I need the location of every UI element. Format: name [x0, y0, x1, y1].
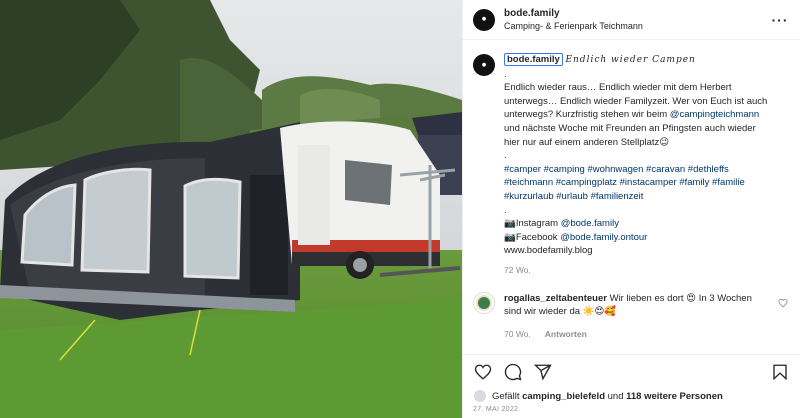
- caption-title: Endlich wieder Campen: [565, 55, 696, 65]
- caption-line: unterwegs? Kurzfristig stehen wir beim: [504, 109, 668, 121]
- caption-line: und nächste Woche mit Freunden an Pfings…: [504, 122, 756, 134]
- instagram-label: 📷Instagram: [504, 218, 559, 230]
- bode-family-logo-icon: ●: [481, 16, 487, 22]
- caption-line: Endlich wieder raus… Endlich wieder mit …: [504, 82, 732, 94]
- first-liker-link[interactable]: camping_bielefeld: [522, 391, 605, 402]
- post-date[interactable]: 27. MAI 2022: [463, 404, 800, 418]
- liker-avatar[interactable]: [473, 389, 487, 403]
- comment-username[interactable]: rogallas_zeltabenteuer: [504, 293, 607, 304]
- caption-dot: .: [504, 68, 507, 80]
- reply-button[interactable]: Antworten: [545, 328, 587, 342]
- comment: rogallas_zeltabenteuer Wir lieben es dor…: [473, 291, 788, 342]
- caption-body: bode.family Endlich wieder Campen . Endl…: [504, 53, 788, 278]
- caption: ● bode.family Endlich wieder Campen . En…: [473, 53, 788, 278]
- bookmark-icon[interactable]: [770, 362, 790, 382]
- header-text: bode.family Camping- & Ferienpark Teichm…: [504, 7, 770, 32]
- comments-area[interactable]: ● bode.family Endlich wieder Campen . En…: [463, 40, 800, 354]
- hashtag-line[interactable]: #kurzurlaub #urlaub #familienzeit: [504, 190, 788, 204]
- comment-like-heart-icon[interactable]: [778, 298, 788, 308]
- like-heart-icon[interactable]: [473, 362, 493, 382]
- facebook-label: 📷Facebook: [504, 231, 558, 243]
- website-text: www.bodefamily.blog: [504, 245, 593, 257]
- caption-dot: .: [504, 150, 507, 162]
- comment-text: Wir lieben es dort 😍 In 3 Wochen: [609, 292, 752, 304]
- avatar[interactable]: [473, 291, 495, 314]
- more-horizontal-icon[interactable]: ···: [770, 13, 790, 27]
- comment-age[interactable]: 70 Wo.: [504, 328, 531, 342]
- caption-username[interactable]: bode.family: [504, 53, 563, 66]
- caption-dot: .: [504, 204, 507, 216]
- caption-age[interactable]: 72 Wo.: [504, 264, 788, 278]
- comment-bubble-icon[interactable]: [503, 362, 523, 382]
- post-side-panel: ● bode.family Camping- & Ferienpark Teic…: [462, 0, 800, 418]
- post-photo[interactable]: [0, 0, 462, 418]
- header-username[interactable]: bode.family: [504, 7, 770, 20]
- bode-family-logo-icon: ●: [481, 61, 487, 68]
- avatar[interactable]: ●: [473, 54, 495, 76]
- caption-line: hier nur auf einem anderen Stellplatz😉: [504, 136, 670, 148]
- hashtag-line[interactable]: #camper #camping #wohnwagen #caravan #de…: [504, 163, 788, 177]
- header-location[interactable]: Camping- & Ferienpark Teichmann: [504, 20, 770, 32]
- post-header: ● bode.family Camping- & Ferienpark Teic…: [463, 0, 800, 40]
- mention-link[interactable]: @campingteichmann: [670, 109, 759, 120]
- avatar[interactable]: ●: [473, 8, 495, 31]
- share-paper-plane-icon[interactable]: [533, 362, 553, 382]
- comment-meta: 70 Wo. Antworten: [504, 328, 788, 342]
- likes-prefix: Gefällt: [492, 390, 520, 402]
- zeltabenteuer-logo-icon: [476, 294, 492, 311]
- hashtag-line[interactable]: #teichmann #campingplatz #instacamper #f…: [504, 176, 788, 190]
- likes-connector: und: [607, 390, 624, 402]
- camping-photo: [0, 0, 462, 418]
- instagram-handle-link[interactable]: @bode.family: [561, 218, 619, 229]
- comment-body: rogallas_zeltabenteuer Wir lieben es dor…: [504, 292, 788, 342]
- comment-text: sind wir wieder da ☀️😍🥰: [504, 306, 617, 318]
- caption-line: unterwegs… Endlich wieder Familyzeit. We…: [504, 95, 768, 107]
- action-bar: [463, 354, 800, 388]
- other-likers-link[interactable]: 118 weitere Personen: [626, 391, 723, 402]
- likes-summary: Gefällt camping_bielefeld und 118 weiter…: [463, 388, 800, 404]
- facebook-handle-link[interactable]: @bode.family.ontour: [560, 232, 647, 243]
